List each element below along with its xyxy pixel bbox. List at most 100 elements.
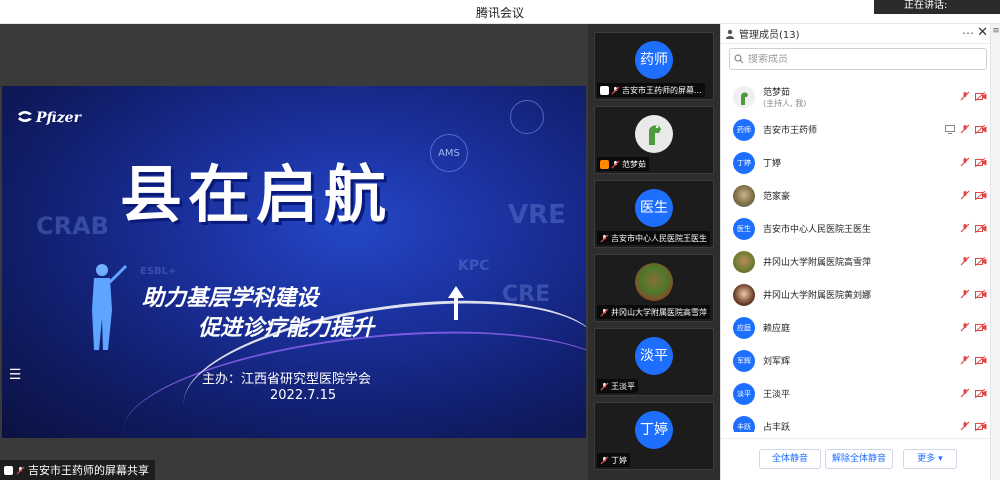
member-controls [960,157,987,167]
search-input[interactable] [748,53,968,65]
mute-all-button[interactable]: 全体静音 [759,449,821,469]
mic-muted-icon [600,233,609,243]
list-item[interactable]: 医生 吉安市中心人民医院王医生 [721,212,991,245]
member-controls [960,223,987,233]
video-tile[interactable]: 井冈山大学附属医院高雪萍 [594,254,714,322]
member-name: 范梦茹 [763,88,791,98]
tile-name: 范梦茹 [622,159,646,169]
mic-muted-icon[interactable] [960,355,970,365]
member-role: (主持人, 我) [763,99,807,108]
screen-share-icon [4,465,13,475]
mic-muted-icon[interactable] [960,388,970,398]
camera-off-icon[interactable] [975,157,987,167]
list-item[interactable]: 药师 吉安市王药师 [721,113,991,146]
speaking-toast: 正在讲话: [874,0,1000,14]
panel-title: 管理成员(13) [739,30,800,41]
list-item[interactable]: 丁婷 丁婷 [721,146,991,179]
camera-off-icon[interactable] [975,190,987,200]
member-name: 刘军辉 [763,357,791,367]
member-controls [960,91,987,101]
more-options-icon[interactable]: ⋯ [962,26,974,40]
camera-off-icon[interactable] [975,355,987,365]
video-tile[interactable]: 医生 吉安市中心人民医院王医生 [594,180,714,248]
avatar: 军辉 [733,350,755,372]
member-name: 丁婷 [763,159,782,169]
close-icon[interactable]: ✕ [977,25,988,40]
member-panel: 管理成员(13) ⋯ ✕ 范梦茹 (主持人, 我) 药师 吉安市王药师 [720,24,991,480]
camera-off-icon[interactable] [975,388,987,398]
pfizer-logo-icon [18,111,32,122]
more-button[interactable]: 更多 ▾ [903,449,957,469]
list-item[interactable]: 军辉 刘军辉 [721,344,991,377]
member-list: 范梦茹 (主持人, 我) 药师 吉安市王药师 丁婷 丁婷 范家豪 医生 吉安市中… [721,80,991,432]
video-tile[interactable]: 药师 吉安市王药师的屏幕... [594,32,714,100]
tile-name-bar: 王淡平 [597,379,638,393]
member-name: 吉安市王药师 [763,126,818,136]
search-icon [734,54,744,64]
mic-muted-icon[interactable] [960,256,970,266]
tile-name-bar: 吉安市中心人民医院王医生 [597,231,710,245]
tile-name-bar: 范梦茹 [597,157,649,171]
camera-off-icon[interactable] [975,322,987,332]
member-controls [960,190,987,200]
list-item[interactable]: 井冈山大学附属医院黄刘娜 [721,278,991,311]
avatar: 医生 [635,189,673,227]
member-name: 井冈山大学附属医院黄刘娜 [763,291,872,301]
tile-name-bar: 吉安市王药师的屏幕... [597,83,705,97]
member-name: 王淡平 [763,390,791,400]
tile-name: 丁婷 [611,455,627,465]
tile-name: 王淡平 [611,381,635,391]
member-controls [960,355,987,365]
avatar: 丰跃 [733,416,755,432]
dinosaur-avatar-icon [649,125,661,145]
brand-logo-text: Pfizer [36,110,81,126]
slide-date: 2022.7.15 [270,388,337,403]
mic-muted-icon[interactable] [960,124,970,134]
tile-name: 吉安市王药师的屏幕... [622,85,702,95]
tile-name-bar: 丁婷 [597,453,630,467]
mic-muted-icon[interactable] [960,91,970,101]
shared-screen-stage: Pfizer CRAB VRE KPC CRE ESBL+ AMS 县在启航 助… [0,24,588,480]
hamburger-icon[interactable]: ≡ [991,26,1000,40]
list-item[interactable]: 井冈山大学附属医院高雪萍 [721,245,991,278]
avatar [635,263,673,301]
list-menu-icon[interactable]: ☰ [6,366,24,384]
member-controls [960,256,987,266]
mic-muted-icon [600,455,609,465]
member-name: 赖应庭 [763,324,791,334]
video-tile[interactable]: 淡平 王淡平 [594,328,714,396]
avatar: 淡平 [733,383,755,405]
avatar: 丁婷 [635,411,673,449]
screen-share-label-text: 吉安市王药师的屏幕共享 [28,464,149,477]
list-item[interactable]: 淡平 王淡平 [721,377,991,410]
slide-subtitle-1: 助力基层学科建设 [142,286,319,311]
mic-muted-icon [611,159,620,169]
bg-word-crab: CRAB [36,212,109,240]
unmute-all-button[interactable]: 解除全体静音 [825,449,893,469]
members-icon [726,29,734,39]
tile-name: 吉安市中心人民医院王医生 [611,233,707,243]
mic-muted-icon[interactable] [960,190,970,200]
list-item[interactable]: 应庭 赖应庭 [721,311,991,344]
mic-muted-icon[interactable] [960,157,970,167]
camera-off-icon[interactable] [975,289,987,299]
member-search[interactable] [729,48,987,70]
mic-muted-icon[interactable] [960,223,970,233]
list-item[interactable]: 范家豪 [721,179,991,212]
list-item[interactable]: 范梦茹 (主持人, 我) [721,80,991,113]
camera-off-icon[interactable] [975,223,987,233]
mic-muted-icon[interactable] [960,421,970,431]
camera-off-icon[interactable] [975,91,987,101]
camera-off-icon[interactable] [975,421,987,431]
camera-off-icon[interactable] [975,256,987,266]
mic-muted-icon[interactable] [960,322,970,332]
avatar: 药师 [733,119,755,141]
mic-muted-icon [600,307,609,317]
camera-off-icon[interactable] [975,124,987,134]
screen-share-icon [600,85,609,95]
list-item[interactable]: 丰跃 占丰跃 [721,410,991,432]
video-tile[interactable]: 丁婷 丁婷 [594,402,714,470]
mic-muted-icon[interactable] [960,289,970,299]
video-tile[interactable]: 范梦茹 [594,106,714,174]
avatar: 医生 [733,218,755,240]
